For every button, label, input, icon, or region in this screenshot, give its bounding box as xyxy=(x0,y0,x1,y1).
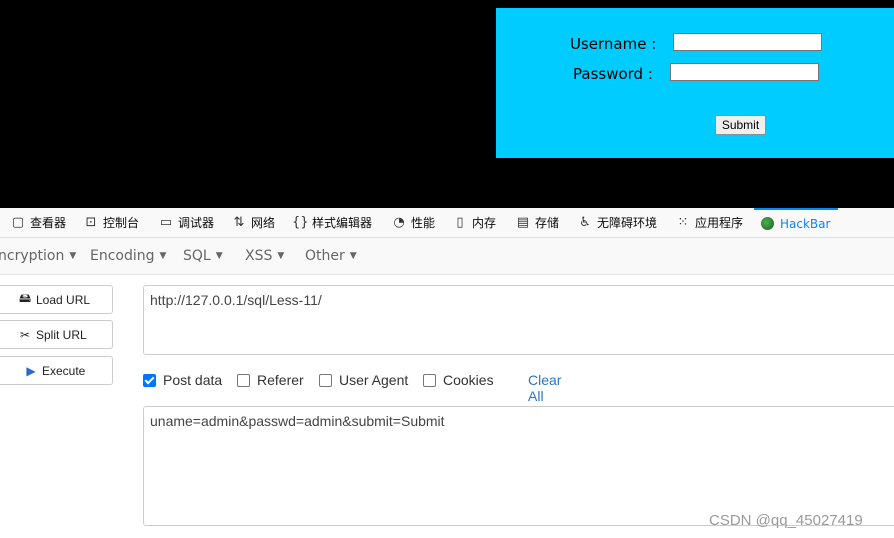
checkbox-icon xyxy=(319,373,332,387)
tab-inspector[interactable]: ▢ 查看器 xyxy=(10,208,66,237)
hackbar-icon xyxy=(761,217,774,230)
clear-all-link[interactable]: Clear All xyxy=(528,372,561,404)
tab-label: 性能 xyxy=(411,216,436,230)
menu-encryption[interactable]: ncryption ▼ xyxy=(0,248,76,264)
load-url-icon: 🖴 xyxy=(18,291,32,305)
post-data-checkbox[interactable]: Post data xyxy=(143,372,222,388)
tab-application[interactable]: ⁙ 应用程序 xyxy=(675,208,743,237)
caret-down-icon: ▼ xyxy=(349,251,357,261)
tab-hackbar[interactable]: HackBar xyxy=(754,208,838,237)
username-input[interactable] xyxy=(673,33,822,51)
tab-label: 查看器 xyxy=(30,216,67,230)
inspector-icon: ▢ xyxy=(11,215,25,230)
tab-label: 内存 xyxy=(472,216,497,230)
tab-style-editor[interactable]: {} 样式编辑器 xyxy=(292,208,372,237)
debugger-icon: ▭ xyxy=(159,215,173,230)
tab-console[interactable]: ⊡ 控制台 xyxy=(83,208,139,237)
split-url-button[interactable]: ✂ Split URL xyxy=(0,320,113,349)
tab-accessibility[interactable]: ♿ 无障碍环境 xyxy=(577,208,657,237)
checkbox-label: Cookies xyxy=(443,372,494,388)
button-label: Execute xyxy=(42,363,86,378)
menu-other[interactable]: Other ▼ xyxy=(305,248,357,264)
checkbox-label: Post data xyxy=(163,372,223,388)
style-editor-icon: {} xyxy=(292,215,309,230)
tab-memory[interactable]: ▯ 内存 xyxy=(452,208,496,237)
storage-icon: ▤ xyxy=(516,215,530,230)
menu-label: SQL xyxy=(183,248,211,264)
password-label: Password : xyxy=(573,65,653,83)
checkbox-checked-icon xyxy=(143,373,156,387)
username-label: Username : xyxy=(570,35,657,53)
caret-down-icon: ▼ xyxy=(277,251,285,261)
menu-encoding[interactable]: Encoding ▼ xyxy=(90,248,166,264)
tab-label: 调试器 xyxy=(178,216,215,230)
checkbox-icon xyxy=(237,373,250,387)
hackbar-panel: 🖴 Load URL ✂ Split URL ▶ Execute http://… xyxy=(0,275,894,538)
url-textarea[interactable]: http://127.0.0.1/sql/Less-11/ xyxy=(143,285,894,355)
scissors-icon: ✂ xyxy=(19,327,31,342)
tab-performance[interactable]: ◔ 性能 xyxy=(391,208,435,237)
application-icon: ⁙ xyxy=(677,215,689,230)
devtools-toolbar: ▢ 查看器 ⊡ 控制台 ▭ 调试器 ⇅ 网络 {} 样式编辑器 ◔ 性能 ▯ 内… xyxy=(0,208,894,238)
menu-xss[interactable]: XSS ▼ xyxy=(245,248,284,264)
post-data-textarea[interactable]: uname=admin&passwd=admin&submit=Submit xyxy=(143,406,894,526)
cookies-checkbox[interactable]: Cookies xyxy=(423,372,494,388)
execute-button[interactable]: ▶ Execute xyxy=(0,356,113,385)
tab-label: 控制台 xyxy=(103,216,140,230)
menu-sql[interactable]: SQL ▼ xyxy=(183,248,223,264)
console-icon: ⊡ xyxy=(85,215,97,230)
tab-label: 存储 xyxy=(535,216,560,230)
page-viewport: Username : Password : Submit xyxy=(0,0,894,208)
checkbox-icon xyxy=(423,373,436,387)
referer-checkbox[interactable]: Referer xyxy=(237,372,304,388)
tab-label: 无障碍环境 xyxy=(597,216,658,230)
tab-debugger[interactable]: ▭ 调试器 xyxy=(158,208,214,237)
menu-label: Other xyxy=(305,248,345,264)
menu-label: ncryption xyxy=(0,248,65,264)
accessibility-icon: ♿ xyxy=(579,215,591,230)
play-icon: ▶ xyxy=(26,363,36,378)
checkbox-label: Referer xyxy=(257,372,304,388)
submit-button[interactable]: Submit xyxy=(715,115,766,135)
checkbox-label: User Agent xyxy=(339,372,409,388)
hackbar-menu: ncryption ▼ Encoding ▼ SQL ▼ XSS ▼ Other ▼ xyxy=(0,238,894,275)
caret-down-icon: ▼ xyxy=(69,251,77,261)
tab-label: 应用程序 xyxy=(695,216,744,230)
user-agent-checkbox[interactable]: User Agent xyxy=(319,372,408,388)
caret-down-icon: ▼ xyxy=(159,251,167,261)
memory-icon: ▯ xyxy=(456,215,464,230)
performance-icon: ◔ xyxy=(393,215,405,230)
menu-label: XSS xyxy=(245,248,273,264)
watermark: CSDN @qq_45027419 xyxy=(709,512,863,529)
tab-network[interactable]: ⇅ 网络 xyxy=(231,208,275,237)
login-form: Username : Password : Submit xyxy=(496,8,894,158)
load-url-button[interactable]: 🖴 Load URL xyxy=(0,285,113,314)
caret-down-icon: ▼ xyxy=(215,251,223,261)
password-input[interactable] xyxy=(670,63,819,81)
tab-storage[interactable]: ▤ 存储 xyxy=(515,208,559,237)
tab-label: 样式编辑器 xyxy=(312,216,373,230)
tab-label: HackBar xyxy=(780,216,831,231)
menu-label: Encoding xyxy=(90,248,155,264)
button-label: Load URL xyxy=(36,292,91,307)
network-icon: ⇅ xyxy=(233,215,245,230)
tab-label: 网络 xyxy=(251,216,276,230)
button-label: Split URL xyxy=(36,327,87,342)
